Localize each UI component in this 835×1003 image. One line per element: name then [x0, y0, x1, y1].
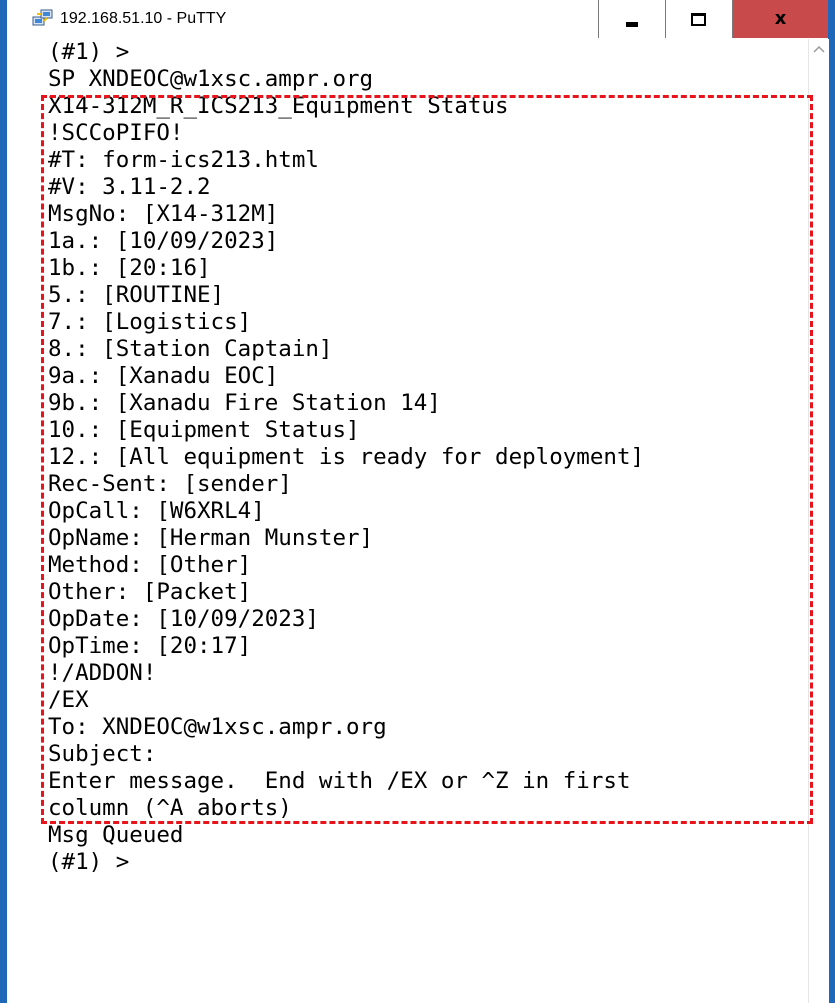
chevron-up-icon[interactable]: [809, 39, 829, 59]
terminal-line: Method: [Other]: [48, 552, 252, 578]
terminal-line: /EX: [48, 687, 89, 713]
terminal-line: !/ADDON!: [48, 660, 157, 686]
window-title: 192.168.51.10 - PuTTY: [60, 10, 227, 27]
terminal-line: To: XNDEOC@w1xsc.ampr.org: [48, 714, 387, 740]
terminal-line: Enter message. End with /EX or ^Z in fir…: [48, 768, 631, 794]
terminal-line: 1b.: [20:16]: [48, 255, 211, 281]
maximize-icon: [691, 12, 706, 26]
terminal-line: SP XNDEOC@w1xsc.ampr.org: [48, 66, 374, 92]
close-button[interactable]: x: [732, 0, 828, 38]
terminal-line: column (^A aborts): [48, 795, 292, 821]
terminal-line: (#1) >: [48, 849, 130, 875]
terminal-line: 12.: [All equipment is ready for deploym…: [48, 444, 645, 470]
terminal-line: OpDate: [10/09/2023]: [48, 606, 319, 632]
terminal-line: MsgNo: [X14-312M]: [48, 201, 279, 227]
terminal-line: 8.: [Station Captain]: [48, 336, 333, 362]
terminal-line: Other: [Packet]: [48, 579, 252, 605]
vertical-scrollbar[interactable]: [808, 39, 829, 1003]
terminal-line: Subject:: [48, 741, 157, 767]
minimize-icon: [625, 21, 638, 27]
terminal-line: OpName: [Herman Munster]: [48, 525, 374, 551]
minimize-button[interactable]: [598, 0, 664, 38]
title-bar[interactable]: 192.168.51.10 - PuTTY x: [7, 0, 828, 40]
putty-window: 192.168.51.10 - PuTTY x (#1) > SP XNDEOC…: [0, 0, 835, 1003]
putty-computers-icon[interactable]: [32, 8, 54, 28]
terminal-line: (#1) >: [48, 39, 130, 65]
terminal-line: Msg Queued: [48, 822, 184, 848]
terminal-output[interactable]: (#1) > SP XNDEOC@w1xsc.ampr.org X14-312M…: [7, 39, 808, 1003]
terminal-line: 1a.: [10/09/2023]: [48, 228, 279, 254]
terminal-line: OpTime: [20:17]: [48, 633, 252, 659]
maximize-button[interactable]: [665, 0, 731, 38]
terminal-line: #T: form-ics213.html: [48, 147, 319, 173]
terminal-line: 9b.: [Xanadu Fire Station 14]: [48, 390, 441, 416]
terminal-line: 7.: [Logistics]: [48, 309, 252, 335]
terminal-line: !SCCoPIFO!: [48, 120, 184, 146]
terminal-line: #V: 3.11-2.2: [48, 174, 211, 200]
terminal-line: 10.: [Equipment Status]: [48, 417, 360, 443]
terminal-line: 5.: [ROUTINE]: [48, 282, 225, 308]
terminal-line: X14-312M_R_ICS213_Equipment Status: [48, 93, 509, 119]
terminal-line: OpCall: [W6XRL4]: [48, 498, 265, 524]
terminal-line: Rec-Sent: [sender]: [48, 471, 292, 497]
close-icon: x: [774, 8, 787, 29]
terminal-line: 9a.: [Xanadu EOC]: [48, 363, 279, 389]
